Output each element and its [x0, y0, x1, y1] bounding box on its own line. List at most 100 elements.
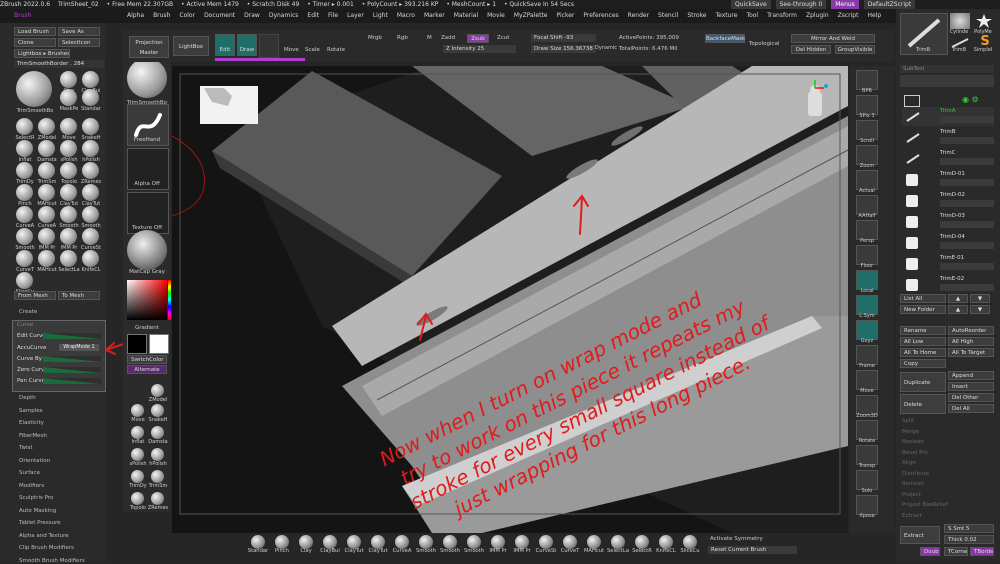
- brush-icon-4-0[interactable]: [16, 162, 33, 179]
- zadd-button[interactable]: Zadd: [441, 35, 455, 41]
- hue-slider[interactable]: [168, 280, 171, 320]
- shelf-solo-button[interactable]: [856, 470, 878, 490]
- edit-curve-graph[interactable]: [43, 333, 101, 339]
- subtool-item[interactable]: TrimB: [902, 128, 994, 147]
- group-visible-button[interactable]: GroupVisible: [835, 45, 875, 54]
- visibility-eye-icon[interactable]: ◉ ⚙: [962, 95, 979, 104]
- subtool-item[interactable]: TrimD-02: [902, 191, 994, 210]
- subpalette-boolean[interactable]: Boolean: [902, 439, 924, 445]
- menu-zscript[interactable]: Zscript: [838, 12, 859, 19]
- bottom-brush-icon[interactable]: [611, 535, 625, 549]
- all-to-home-button[interactable]: All To Home: [900, 348, 946, 357]
- scale-button[interactable]: Scale: [305, 47, 320, 53]
- menu-render[interactable]: Render: [628, 12, 649, 19]
- viewport-svg[interactable]: Now when I turn on wrap mode and try to …: [172, 66, 848, 533]
- subpalette-bevel-pro[interactable]: Bevel Pro: [902, 450, 928, 456]
- bottom-brush-icon[interactable]: [347, 535, 361, 549]
- draw-size-slider[interactable]: Draw Size 156.36738: [531, 45, 596, 53]
- from-mesh-button[interactable]: From Mesh: [14, 291, 56, 300]
- bottom-brush-icon[interactable]: [635, 535, 649, 549]
- list-all-button[interactable]: List All: [900, 294, 946, 303]
- bottom-brush-icon[interactable]: [395, 535, 409, 549]
- subpalette-distribute[interactable]: Distribute: [902, 471, 929, 477]
- bottom-brush-icon[interactable]: [323, 535, 337, 549]
- accucurve-button[interactable]: AccuCurve: [17, 345, 46, 351]
- shelf-aahalf-button[interactable]: [856, 195, 878, 215]
- cylinder-tool-icon[interactable]: [950, 13, 970, 29]
- shelf-floor-button[interactable]: [856, 245, 878, 265]
- menu-edit[interactable]: Edit: [307, 12, 319, 19]
- subpalette-elasticity[interactable]: Elasticity: [19, 420, 44, 426]
- menu-help[interactable]: Help: [867, 12, 881, 19]
- subpalette-clip-brush-modifiers[interactable]: Clip Brush Modifiers: [19, 545, 74, 551]
- dynamic-button[interactable]: Dynamic: [595, 45, 617, 51]
- shelf-frame-button[interactable]: [856, 345, 878, 365]
- tcorne-button[interactable]: TCorne: [944, 547, 968, 556]
- menu-material[interactable]: Material: [454, 12, 478, 19]
- bottom-brush-icon[interactable]: [539, 535, 553, 549]
- bottom-brush-icon[interactable]: [299, 535, 313, 549]
- bottom-brush-icon[interactable]: [275, 535, 289, 549]
- subpalette-split[interactable]: Split: [902, 418, 914, 424]
- subpalette-samples[interactable]: Samples: [19, 408, 43, 414]
- shelf-local-button[interactable]: [856, 270, 878, 290]
- bottom-brush-icon[interactable]: [443, 535, 457, 549]
- mrgb-button[interactable]: Mrgb: [368, 35, 382, 41]
- thick-slider[interactable]: Thick 0.02: [944, 535, 994, 544]
- brush-icon-2-0[interactable]: [16, 118, 33, 135]
- brush-icon-9-0[interactable]: [16, 272, 33, 289]
- all-high-button[interactable]: All High: [948, 337, 994, 346]
- shelf-actual-button[interactable]: [856, 170, 878, 190]
- subpalette-create[interactable]: Create: [19, 309, 37, 315]
- subtool-item[interactable]: TrimE-02: [902, 275, 994, 294]
- brush-icon-6-1[interactable]: [38, 206, 55, 223]
- brush-icon-7-0[interactable]: [16, 228, 33, 245]
- subpalette-project[interactable]: Project: [902, 492, 921, 498]
- extract-button[interactable]: Extract: [900, 526, 940, 544]
- menu-texture[interactable]: Texture: [715, 12, 737, 19]
- subtool-controls[interactable]: [940, 116, 994, 123]
- subtool-item[interactable]: TrimA: [902, 107, 994, 126]
- menu-brush[interactable]: Brush: [153, 12, 170, 19]
- del-other-button[interactable]: Del Other: [948, 393, 994, 402]
- del-all-button[interactable]: Del All: [948, 404, 994, 413]
- subtool-header[interactable]: SubTool: [900, 65, 994, 73]
- brush-icon-4-3[interactable]: [82, 162, 99, 179]
- current-brush-slider[interactable]: TrimSmoothBorder . 284: [14, 60, 105, 68]
- brush-icon-0-0[interactable]: [60, 71, 77, 88]
- subpalette-project-basrelief[interactable]: Project BasRelief: [902, 502, 948, 508]
- folder-icon[interactable]: [904, 95, 920, 107]
- edit-button[interactable]: Edit: [215, 34, 235, 56]
- subpalette-sculptris-pro[interactable]: Sculptris Pro: [19, 495, 53, 501]
- brush-icon-0-1[interactable]: [82, 71, 99, 88]
- shelf-rotate-button[interactable]: [856, 420, 878, 440]
- brush-icon-7-2[interactable]: [60, 228, 77, 245]
- backface-mask-button[interactable]: BackfaceMask: [705, 34, 745, 43]
- double-button[interactable]: Double: [920, 547, 940, 556]
- menu-marker[interactable]: Marker: [424, 12, 445, 19]
- brush-icon-8-1[interactable]: [38, 250, 55, 267]
- subtool-controls[interactable]: [940, 137, 994, 144]
- mirror-and-weld-button[interactable]: Mirror And Weld: [791, 34, 875, 43]
- brush-icon-1-1[interactable]: [82, 89, 99, 106]
- brush-icon-5-0[interactable]: [16, 184, 33, 201]
- shelf-transp-button[interactable]: [856, 445, 878, 465]
- shelf-move-button[interactable]: [856, 370, 878, 390]
- shelf-bpr-button[interactable]: [856, 70, 878, 90]
- subtool-controls[interactable]: [940, 158, 994, 165]
- brush-icon-6-0[interactable]: [16, 206, 33, 223]
- menu-color[interactable]: Color: [179, 12, 195, 19]
- shelf-mini-brush-icon[interactable]: [151, 426, 164, 439]
- duplicate-button[interactable]: Duplicate: [900, 372, 946, 392]
- menu-draw[interactable]: Draw: [244, 12, 260, 19]
- save-as-button[interactable]: Save As: [58, 27, 100, 36]
- blank-tool-button[interactable]: [259, 34, 279, 58]
- bottom-brush-icon[interactable]: [563, 535, 577, 549]
- polymesh-star-icon[interactable]: [974, 13, 994, 29]
- bottom-brush-icon[interactable]: [491, 535, 505, 549]
- secondary-color-swatch[interactable]: [127, 334, 147, 354]
- brush-icon-6-2[interactable]: [60, 206, 77, 223]
- subtool-item[interactable]: TrimD-03: [902, 212, 994, 231]
- rotate-button[interactable]: Rotate: [327, 47, 345, 53]
- all-to-target-button[interactable]: All To Target: [948, 348, 994, 357]
